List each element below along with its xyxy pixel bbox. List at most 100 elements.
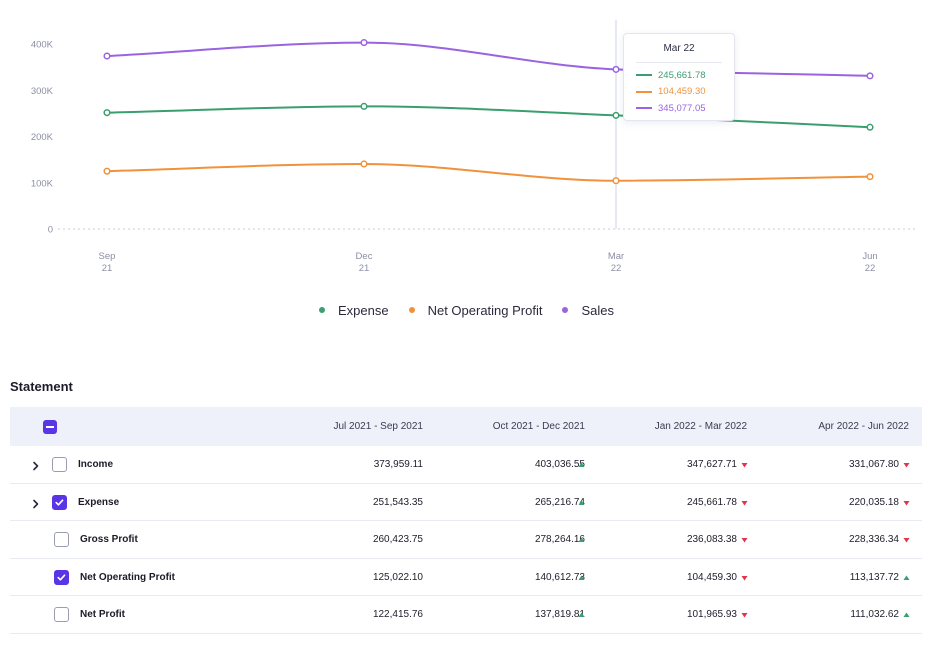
legend-item-expense[interactable]: Expense (318, 302, 389, 318)
table-cell: 122,415.76 (372, 609, 423, 621)
trend-up-icon (578, 521, 586, 559)
column-header: Jul 2021 - Sep 2021 (333, 421, 423, 432)
table-row[interactable]: Net Operating Profit 125,022.10 140,612.73… (10, 559, 922, 597)
trend-down-icon (741, 446, 749, 484)
legend-item-sales[interactable]: Sales (562, 303, 614, 318)
legend-label: Expense (337, 302, 389, 318)
table-cell: 347,627.71 (686, 459, 737, 470)
data-point (103, 167, 111, 175)
data-point (612, 177, 620, 185)
legend-item-net-operating-profit[interactable]: Net Operating Profit (408, 303, 542, 318)
series-line (106, 41, 871, 77)
tooltip-value: 245,661.78 (658, 69, 706, 81)
trend-down-icon (741, 484, 749, 522)
chevron-right-icon[interactable] (30, 497, 42, 509)
trend-up-icon (903, 559, 911, 597)
y-tick-label: 400K (31, 40, 54, 51)
table-header: Jul 2021 - Sep 2021 Oct 2021 - Dec 2021 … (10, 407, 922, 446)
table-cell: 265,216.74 (534, 496, 585, 508)
tooltip-value: 345,077.05 (658, 102, 706, 114)
table-cell: 278,264.16 (534, 534, 585, 546)
table-cell: 260,423.75 (372, 534, 423, 546)
tooltip-swatch (636, 107, 652, 110)
x-tick-label: Jun (862, 251, 877, 262)
trend-up-icon (903, 596, 911, 634)
chevron-right-icon[interactable] (30, 459, 42, 471)
table-row[interactable]: Income 373,959.11 403,036.55 347,627.71 331,… (10, 446, 922, 484)
tooltip-swatch (636, 90, 652, 93)
trend-down-icon (903, 484, 911, 522)
table-cell: 104,459.30 (686, 571, 737, 583)
table-cell: 101,965.93 (686, 609, 737, 621)
table-cell: 125,022.10 (372, 571, 423, 583)
data-point (612, 111, 620, 119)
chart-legend: Expense Net Operating Profit Sales (0, 300, 933, 320)
table-cell: 245,661.78 (686, 496, 737, 508)
chart-svg: 0100K200K300K400KSep21Dec21Mar22Jun22 (31, 20, 918, 274)
tooltip-row: 104,459.30 (636, 84, 722, 101)
trend-up-icon (578, 559, 586, 597)
series-line (106, 162, 871, 182)
data-point (360, 39, 368, 47)
y-tick-label: 300K (31, 86, 54, 97)
y-tick-label: 200K (31, 132, 54, 143)
series-line (106, 105, 871, 129)
trend-down-icon (903, 521, 911, 559)
x-tick-label: 21 (359, 263, 370, 274)
trend-down-icon (741, 559, 749, 597)
tooltip-row: 345,077.05 (636, 100, 722, 117)
checkmark-icon (55, 498, 64, 506)
trend-up-icon (578, 596, 586, 634)
y-tick-label: 0 (48, 225, 53, 236)
chart-tooltip: Mar 22 245,661.78 104,459.30 345,077.05 (623, 33, 735, 121)
table-row[interactable]: Gross Profit 260,423.75 278,264.16 236,083.… (10, 521, 922, 559)
table-cell: 228,336.34 (848, 534, 899, 546)
table-cell: 403,036.55 (534, 459, 585, 470)
table-cell: 236,083.38 (686, 534, 737, 546)
table-row[interactable]: Expense 251,543.35 265,216.74 245,661.78 220… (10, 484, 922, 522)
row-checkbox[interactable] (54, 532, 69, 548)
tooltip-divider (636, 62, 722, 63)
legend-dot-icon (408, 307, 415, 313)
minus-icon (46, 426, 54, 428)
y-tick-label: 100K (31, 178, 54, 189)
tooltip-swatch (636, 74, 652, 77)
row-checkbox[interactable] (54, 607, 69, 623)
row-label: Expense (78, 496, 120, 508)
data-point (866, 123, 874, 131)
x-tick-label: Sep (99, 251, 116, 262)
row-checkbox[interactable] (54, 569, 69, 585)
trend-down-icon (741, 596, 749, 634)
x-tick-label: Mar (608, 251, 624, 262)
table-cell: 331,067.80 (848, 459, 899, 470)
table-body: Income 373,959.11 403,036.55 347,627.71 331,… (10, 446, 922, 634)
select-all-checkbox[interactable] (43, 420, 57, 434)
legend-label: Sales (581, 302, 614, 318)
table-cell: 251,543.35 (372, 496, 423, 508)
table-cell: 373,959.11 (373, 459, 423, 470)
legend-dot-icon (562, 307, 569, 313)
data-point (360, 160, 368, 168)
table-cell: 111,032.62 (850, 609, 899, 621)
tooltip-value: 104,459.30 (658, 86, 706, 98)
data-point (103, 109, 111, 117)
data-point (360, 102, 368, 110)
column-header: Oct 2021 - Dec 2021 (492, 421, 585, 432)
table-row[interactable]: Net Profit 122,415.76 137,819.81 101,965.93… (10, 596, 922, 634)
column-header: Jan 2022 - Mar 2022 (654, 421, 747, 432)
statement-table: Jul 2021 - Sep 2021 Oct 2021 - Dec 2021 … (10, 407, 922, 634)
section-title: Statement (10, 379, 73, 394)
row-label: Net Operating Profit (80, 571, 176, 583)
table-cell: 220,035.18 (848, 496, 899, 508)
row-checkbox[interactable] (52, 494, 67, 510)
line-chart: 0 100K 200K 300K 400K Sep 21 Dec 21 Mar 22 Jun 22 Ma… (0, 0, 933, 290)
x-tick-label: 22 (611, 263, 622, 274)
data-point (612, 65, 620, 73)
row-label: Net Profit (80, 609, 125, 621)
row-checkbox[interactable] (52, 457, 67, 472)
trend-down-icon (903, 446, 911, 484)
data-point (866, 72, 874, 80)
data-point (866, 173, 874, 181)
data-point (103, 52, 111, 60)
tooltip-title: Mar 22 (663, 43, 695, 54)
